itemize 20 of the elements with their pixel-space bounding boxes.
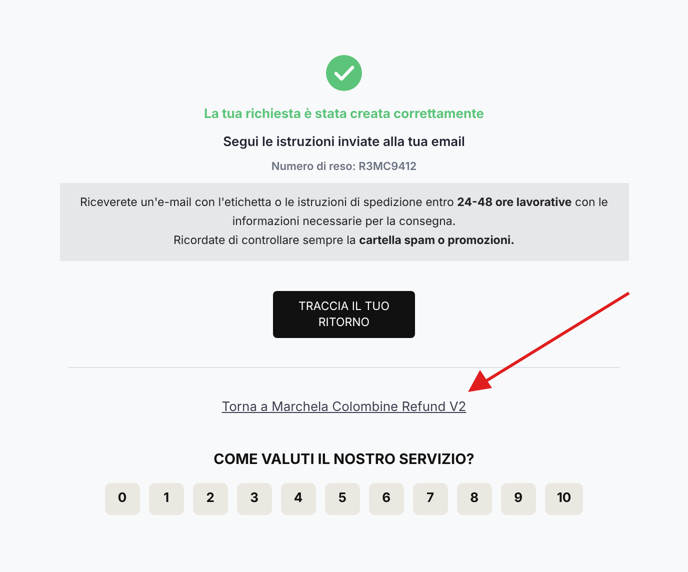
rating-option[interactable]: 8 [456,482,492,515]
rating-option[interactable]: 10 [544,482,584,515]
back-link[interactable]: Torna a Marchela Colombine Refund V2 [222,398,466,417]
rating-option[interactable]: 7 [412,482,448,515]
rating-option[interactable]: 0 [104,482,140,515]
rating-question: COME VALUTI IL NOSTRO SERVIZIO? [214,450,474,470]
rating-option[interactable]: 1 [148,482,184,515]
track-return-button[interactable]: TRACCIA IL TUO RITORNO [273,290,415,338]
rating-option[interactable]: 5 [324,482,360,515]
rating-option[interactable]: 9 [500,482,536,515]
notice-text: Riceverete un'e-mail con l'etichetta o le istruzioni di spedizione entro 24-48 ore lavorative con le informazioni necessarie per la consegna. [79,194,609,230]
success-title: La tua richiesta è stata creata correttamente [204,105,484,124]
return-number: Numero di reso: R3MC9412 [271,158,417,174]
rating-option[interactable]: 2 [192,482,228,515]
checkmark-icon [326,55,362,91]
instructions-subtitle: Segui le istruzioni inviate alla tua email [223,132,465,152]
rating-option[interactable]: 4 [280,482,316,515]
notice-text: Ricordate di controllare sempre la cartella spam o promozioni. [174,232,514,249]
rating-option[interactable]: 3 [236,482,272,515]
rating-option[interactable]: 6 [368,482,404,515]
